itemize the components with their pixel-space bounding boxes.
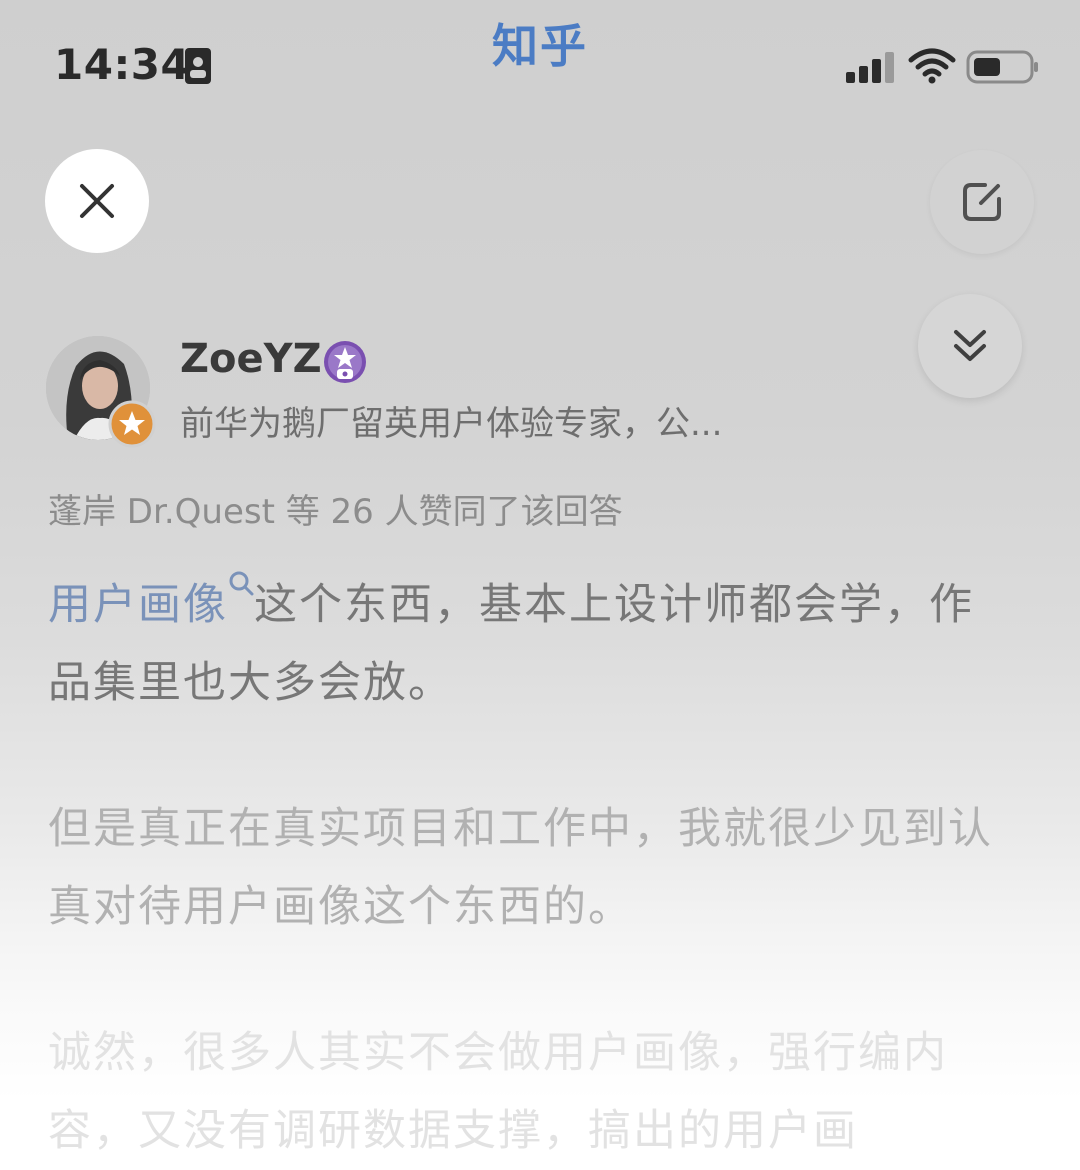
collapse-button[interactable] [918, 294, 1022, 398]
author-bio: 前华为鹅厂留英用户体验专家，公... [180, 404, 723, 444]
creator-badge-icon [108, 400, 156, 448]
answer-paragraph-2: 但是真正在真实项目和工作中，我就很少见到认真对待用户画像这个东西的。 [48, 804, 993, 932]
double-chevron-down-icon [954, 330, 986, 361]
screen: 14:34 知乎 ZoeYZ 前华为鹅厂留英用户体验专家，公... 蓬岸 Dr.… [0, 0, 1080, 1170]
author-name[interactable]: ZoeYZ [180, 336, 322, 382]
answer-paragraph-1: 用户画像 这个东西，基本上设计师都会学，作品集里也大多会放。 [48, 566, 1008, 722]
star-verified-icon [324, 341, 366, 383]
edit-icon [963, 183, 1001, 221]
search-link-term[interactable]: 用户画像 [48, 580, 228, 630]
battery-icon [966, 50, 1038, 84]
answer-paragraph-3: 诚然，很多人其实不会做用户画像，强行编内容，又没有调研数据支撑，搞出的用户画 [48, 1028, 948, 1156]
upvote-info[interactable]: 蓬岸 Dr.Quest 等 26 人赞同了该回答 [48, 484, 623, 533]
close-icon [80, 184, 114, 218]
search-icon[interactable] [228, 570, 254, 596]
cellular-signal-icon [846, 52, 894, 83]
close-button[interactable] [45, 149, 149, 253]
wifi-icon [908, 48, 956, 84]
edit-button[interactable] [930, 150, 1034, 254]
